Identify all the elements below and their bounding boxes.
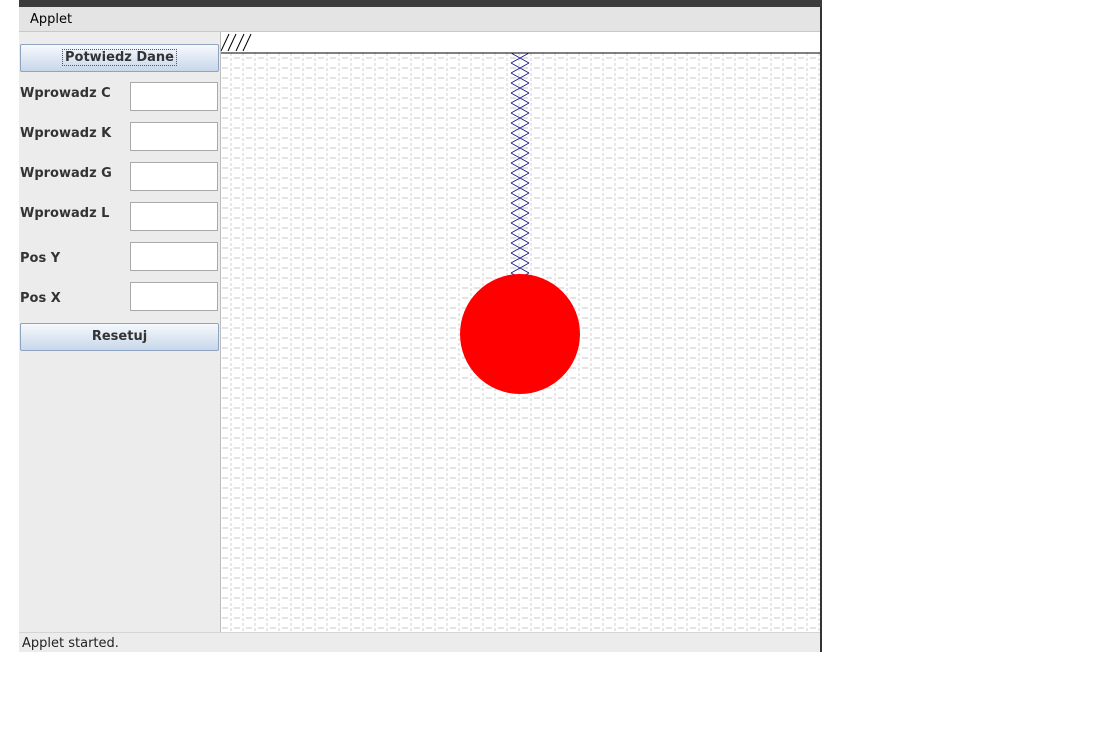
input-g[interactable] [130,162,218,191]
label-pos-y: Pos Y [20,251,61,266]
label-g: Wprowadz G [20,166,112,181]
status-text: Applet started. [22,636,119,651]
reset-button[interactable]: Resetuj [20,323,219,351]
label-k: Wprowadz K [20,126,112,141]
control-panel: Potwiedz Dane Wprowadz C Wprowadz K Wpro… [19,32,220,632]
menu-bar: Applet [19,7,822,32]
input-c[interactable] [130,82,218,111]
applet-window: Applet Potwiedz Dane Wprowadz C Wprowadz… [19,0,822,652]
simulation-drawing [221,33,822,632]
input-pos-y[interactable] [130,242,218,271]
window-titlebar-strip [19,0,822,7]
input-l[interactable] [130,202,218,231]
ball-icon [460,274,580,394]
window-right-edge [820,7,822,652]
label-l: Wprowadz L [20,206,110,221]
hatch-ceiling-icon [221,33,252,52]
simulation-canvas[interactable] [220,32,822,632]
status-bar: Applet started. [19,632,822,652]
label-pos-x: Pos X [20,291,61,306]
confirm-data-label: Potwiedz Dane [62,49,177,66]
reset-label: Resetuj [91,329,148,344]
input-k[interactable] [130,122,218,151]
input-pos-x[interactable] [130,282,218,311]
label-c: Wprowadz C [20,86,111,101]
confirm-data-button[interactable]: Potwiedz Dane [20,44,219,72]
menu-applet[interactable]: Applet [30,12,72,27]
